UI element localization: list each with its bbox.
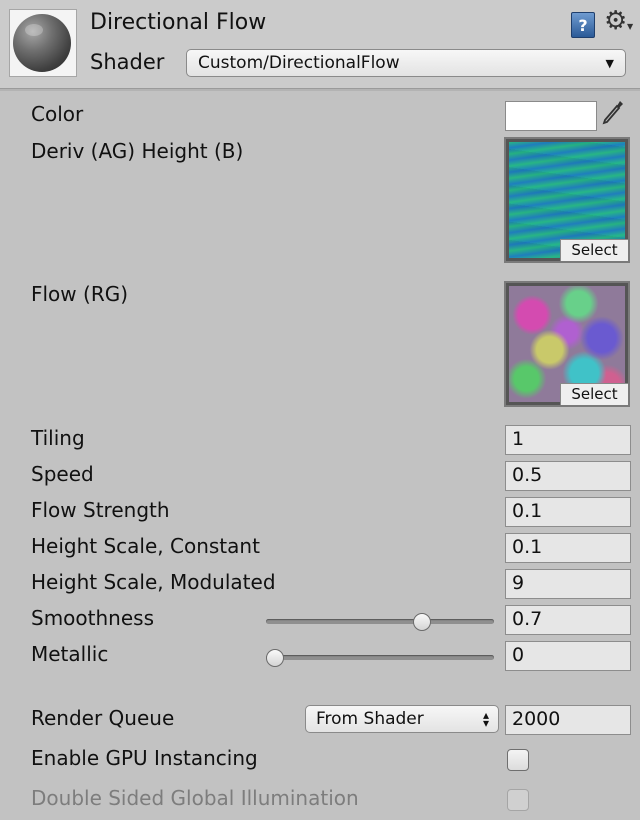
flow-texture-slot[interactable]: Select (504, 281, 630, 407)
smoothness-slider-track[interactable] (266, 619, 494, 624)
metallic-slider-track[interactable] (266, 655, 494, 660)
gear-icon[interactable]: ⚙ (604, 6, 627, 36)
chevron-down-icon: ▼ (605, 57, 614, 70)
gpu-instancing-label: Enable GPU Instancing (31, 746, 258, 770)
color-label: Color (31, 102, 84, 126)
tiling-label: Tiling (31, 426, 85, 450)
flow-strength-field[interactable]: 0.1 (505, 497, 631, 527)
flow-strength-label: Flow Strength (31, 498, 170, 522)
header-divider (0, 89, 640, 91)
smoothness-field[interactable]: 0.7 (505, 605, 631, 635)
shader-dropdown[interactable]: Custom/DirectionalFlow ▼ (186, 49, 626, 77)
help-book-icon[interactable]: ? (571, 12, 595, 38)
speed-field[interactable]: 0.5 (505, 461, 631, 491)
metallic-label: Metallic (31, 642, 109, 666)
updown-caret-icon: ▴ ▾ (482, 708, 489, 730)
eyedropper-icon[interactable] (600, 98, 626, 135)
height-scale-constant-label: Height Scale, Constant (31, 534, 260, 558)
height-scale-modulated-label: Height Scale, Modulated (31, 570, 276, 594)
deriv-select-button[interactable]: Select (560, 239, 628, 261)
color-swatch[interactable] (505, 101, 597, 131)
render-queue-field[interactable]: 2000 (505, 705, 631, 735)
material-header: Directional Flow Shader Custom/Direction… (0, 0, 640, 89)
flow-select-button[interactable]: Select (560, 383, 628, 405)
shader-dropdown-value: Custom/DirectionalFlow (198, 53, 400, 73)
sphere-preview-icon (13, 14, 71, 72)
flow-label: Flow (RG) (31, 282, 129, 306)
double-sided-gi-checkbox (507, 789, 529, 811)
material-preview-thumbnail (9, 9, 77, 77)
height-scale-modulated-field[interactable]: 9 (505, 569, 631, 599)
smoothness-label: Smoothness (31, 606, 154, 630)
render-queue-dropdown[interactable]: From Shader ▴ ▾ (305, 705, 499, 733)
chevron-down-icon: ▼ (627, 22, 634, 31)
metallic-field[interactable]: 0 (505, 641, 631, 671)
deriv-texture-slot[interactable]: Select (504, 137, 630, 263)
height-scale-constant-field[interactable]: 0.1 (505, 533, 631, 563)
material-title: Directional Flow (90, 10, 267, 35)
double-sided-gi-label: Double Sided Global Illumination (31, 786, 359, 810)
shader-label: Shader (90, 50, 165, 74)
render-queue-label: Render Queue (31, 706, 175, 730)
smoothness-slider-knob[interactable] (413, 613, 431, 631)
deriv-height-label: Deriv (AG) Height (B) (31, 139, 244, 163)
speed-label: Speed (31, 462, 94, 486)
tiling-field[interactable]: 1 (505, 425, 631, 455)
eyedropper-glyph (602, 101, 623, 125)
gpu-instancing-checkbox[interactable] (507, 749, 529, 771)
metallic-slider-knob[interactable] (266, 649, 284, 667)
render-queue-mode: From Shader (316, 709, 424, 729)
